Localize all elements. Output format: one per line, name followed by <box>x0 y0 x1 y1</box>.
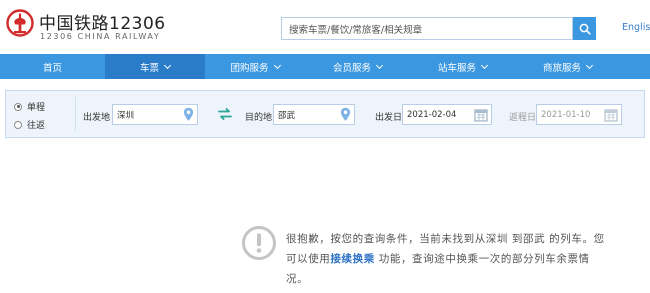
site-header: 中国铁路12306 12306 CHINA RAILWAY English <box>0 0 650 54</box>
search-button[interactable] <box>573 17 596 40</box>
nav-item-tickets[interactable]: 车票 <box>105 54 205 79</box>
chevron-down-icon <box>585 61 594 69</box>
railway-logo-icon[interactable] <box>6 9 34 37</box>
nav-item-station-services[interactable]: 站车服务 <box>410 54 515 79</box>
no-results-message: 很抱歉，按您的查询条件，当前未找到从深圳 到邵武 的列车。您可以使用接续换乘 功… <box>286 229 606 289</box>
from-label: 出发地 <box>83 113 111 123</box>
chevron-down-icon <box>480 61 489 69</box>
main-nav: 首页 车票 团购服务 会员服务 站车服务 商旅服务 <box>0 54 650 79</box>
calendar-icon[interactable] <box>474 108 488 122</box>
chevron-down-icon <box>163 61 172 69</box>
location-pin-icon[interactable] <box>340 107 351 122</box>
ticket-query-bar: 单程 往返 出发地 目的地 <box>5 90 645 138</box>
brand-title: 中国铁路12306 <box>39 14 166 34</box>
to-station-field <box>273 104 355 125</box>
nav-item-label: 车票 <box>139 62 159 74</box>
warning-icon <box>242 226 276 260</box>
return-date-label: 返程日 <box>509 113 537 123</box>
trip-type-label: 往返 <box>27 121 46 131</box>
trip-type-round-trip[interactable]: 往返 <box>14 118 45 131</box>
english-link[interactable]: English <box>622 22 650 33</box>
divider <box>75 97 76 131</box>
to-label: 目的地 <box>245 113 273 123</box>
from-station-field <box>112 104 198 125</box>
trip-type-label: 单程 <box>27 103 46 113</box>
depart-date-label: 出发日 <box>375 113 403 123</box>
depart-date-field <box>402 104 492 125</box>
page: 中国铁路12306 12306 CHINA RAILWAY English 首页… <box>0 0 650 293</box>
nav-item-group-services[interactable]: 团购服务 <box>205 54 305 79</box>
swap-stations-icon[interactable] <box>218 108 232 120</box>
location-pin-icon[interactable] <box>183 107 194 122</box>
chevron-down-icon <box>273 61 281 69</box>
nav-item-label: 首页 <box>42 62 62 74</box>
radio-unchecked-icon[interactable] <box>14 120 22 129</box>
return-date-field <box>536 104 622 125</box>
chevron-down-icon <box>375 61 384 69</box>
calendar-icon[interactable] <box>604 108 618 122</box>
site-search-input[interactable] <box>282 20 572 41</box>
nav-item-member-services[interactable]: 会员服务 <box>305 54 410 79</box>
nav-item-label: 商旅服务 <box>542 62 581 74</box>
trip-type-one-way[interactable]: 单程 <box>14 100 45 113</box>
nav-item-business-services[interactable]: 商旅服务 <box>515 54 620 79</box>
transfer-search-link[interactable]: 接续换乘 <box>330 253 374 265</box>
nav-item-label: 站车服务 <box>437 62 476 74</box>
radio-checked-icon[interactable] <box>14 102 22 111</box>
site-search <box>281 17 573 41</box>
nav-item-label: 会员服务 <box>332 62 371 74</box>
brand-subtitle: 12306 CHINA RAILWAY <box>40 32 161 41</box>
nav-item-home[interactable]: 首页 <box>0 54 105 79</box>
search-icon <box>579 23 591 35</box>
nav-item-label: 团购服务 <box>230 62 269 74</box>
